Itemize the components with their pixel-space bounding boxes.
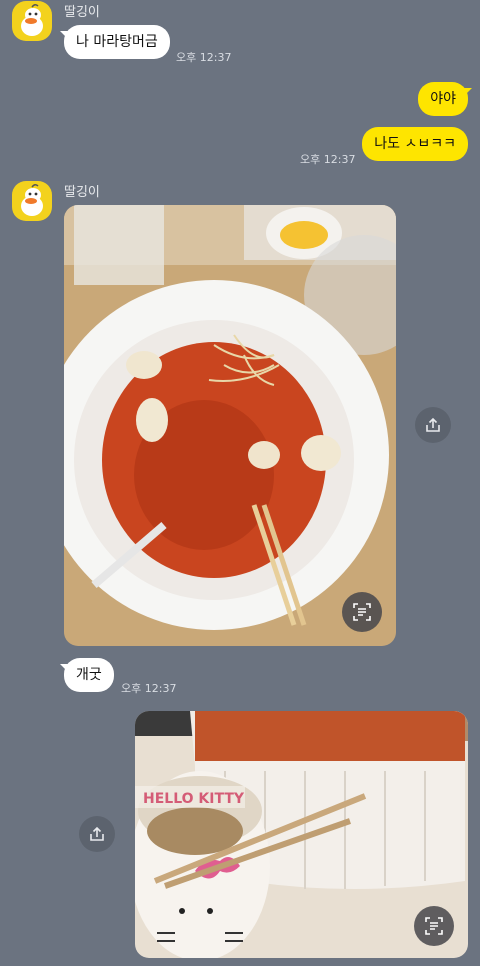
share-icon — [426, 417, 440, 432]
message-text: 나도 ㅅㅂㅋㅋ — [374, 136, 456, 152]
profile-avatar[interactable] — [12, 1, 52, 41]
message-bubble[interactable]: 나도 ㅅㅂㅋㅋ — [362, 127, 468, 161]
text-scan-icon — [353, 603, 371, 621]
duck-avatar-icon — [21, 183, 43, 216]
duck-avatar-icon — [21, 3, 43, 36]
message-time: 오후 12:37 — [121, 682, 177, 695]
photo-message[interactable]: HELLO KITTY — [135, 711, 468, 958]
profile-avatar[interactable] — [12, 181, 52, 221]
message-time: 오후 12:37 — [300, 153, 356, 166]
text-scan-button[interactable] — [342, 592, 382, 632]
share-button[interactable] — [415, 407, 451, 443]
message-text: 나 마라탕머금 — [76, 34, 158, 50]
message-bubble[interactable]: 개굿 — [60, 658, 114, 692]
text-scan-button[interactable] — [414, 906, 454, 946]
message-time: 오후 12:37 — [176, 51, 232, 64]
text-scan-icon — [425, 917, 443, 935]
message-bubble[interactable]: 나 마라탕머금 — [60, 25, 170, 59]
message-text: 야야 — [430, 91, 456, 107]
sender-name: 딸깅이 — [64, 185, 100, 200]
svg-text:HELLO KITTY: HELLO KITTY — [143, 791, 245, 807]
share-button[interactable] — [79, 816, 115, 852]
mala-tang-photo — [64, 205, 396, 646]
photo-message[interactable] — [64, 205, 396, 646]
share-icon — [90, 826, 104, 841]
message-text: 개굿 — [76, 667, 102, 683]
sender-name: 딸깅이 — [64, 5, 100, 20]
message-bubble[interactable]: 야야 — [418, 82, 472, 116]
